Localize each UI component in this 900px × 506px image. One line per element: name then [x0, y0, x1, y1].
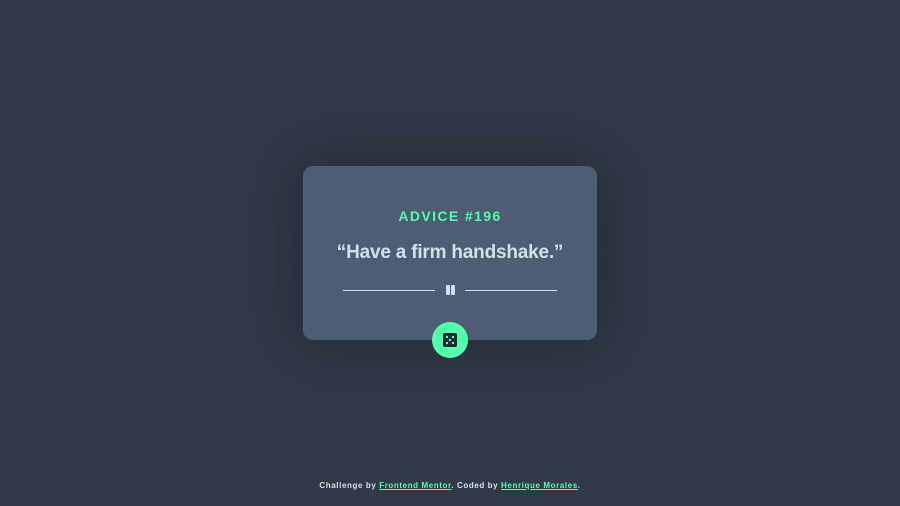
- dice-icon: [443, 333, 457, 347]
- frontend-mentor-link[interactable]: Frontend Mentor: [379, 481, 451, 490]
- pause-icon: [445, 285, 455, 295]
- divider-line-right: [465, 290, 557, 291]
- page: ADVICE #196 “Have a firm handshake.” Cha…: [0, 0, 900, 506]
- footer-suffix: .: [577, 481, 581, 490]
- footer-middle: . Coded by: [451, 481, 502, 490]
- advice-id: ADVICE #196: [398, 208, 502, 224]
- divider-line-left: [343, 290, 435, 291]
- footer-attribution: Challenge by Frontend Mentor. Coded by H…: [0, 481, 900, 490]
- advice-text: “Have a firm handshake.”: [336, 242, 564, 263]
- advice-card: ADVICE #196 “Have a firm handshake.”: [303, 166, 597, 340]
- author-link[interactable]: Henrique Morales: [501, 481, 578, 490]
- footer-prefix: Challenge by: [319, 481, 380, 490]
- divider: [343, 284, 557, 296]
- dice-button[interactable]: [432, 322, 468, 358]
